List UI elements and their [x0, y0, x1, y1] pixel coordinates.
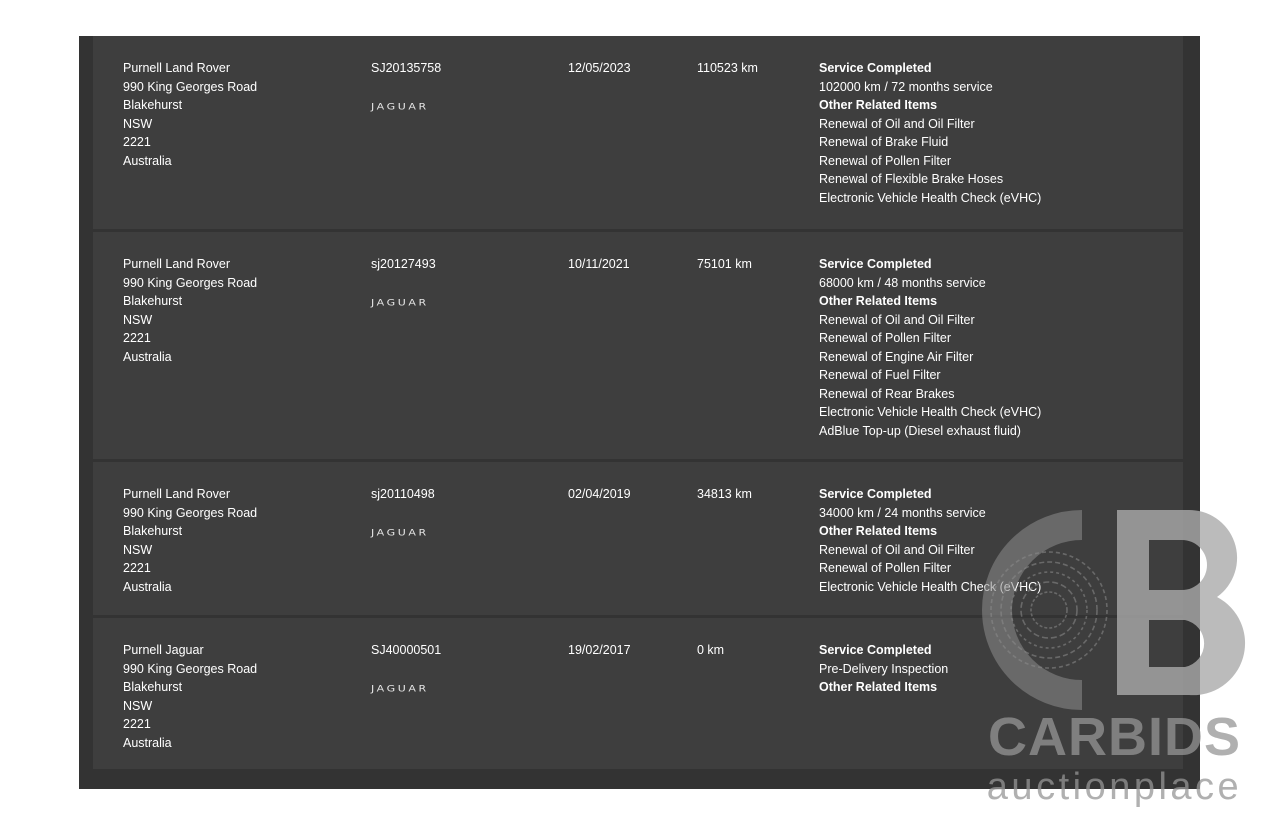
service-details: Service Completed 102000 km / 72 months s…: [819, 59, 1179, 207]
dealer-address-line: 990 King Georges Road: [123, 505, 258, 520]
dealer-address-line: Australia: [123, 349, 172, 364]
jaguar-logo-icon: JAGUAR: [371, 683, 429, 694]
service-status: Service Completed: [819, 257, 932, 271]
dealer-address: Purnell Land Rover 990 King Georges Road B…: [123, 59, 353, 170]
carbids-cb-logo-icon: [982, 509, 1246, 710]
carbids-watermark: CARBIDS auctionplace: [977, 505, 1252, 810]
dealer-address-line: NSW: [123, 312, 153, 327]
dealer-address-line: Australia: [123, 153, 172, 168]
dealer-address-line: 2221: [123, 135, 151, 149]
dealer-address-line: 990 King Georges Road: [123, 661, 258, 676]
dealer-address-line: NSW: [123, 698, 153, 713]
dealer-address-line: 990 King Georges Road: [123, 79, 258, 94]
service-date: 10/11/2021: [568, 257, 630, 271]
related-item: AdBlue Top-up (Diesel exhaust fluid): [819, 423, 1021, 438]
service-details: Service Completed 68000 km / 48 months se…: [819, 255, 1179, 440]
vin-cell: sj20127493 JAGUAR: [371, 255, 551, 312]
service-record-row: Purnell Land Rover 990 King Georges Road B…: [93, 232, 1183, 459]
related-item: Renewal of Engine Air Filter: [819, 349, 974, 364]
related-item: Renewal of Brake Fluid: [819, 135, 949, 149]
dealer-address-line: Australia: [123, 735, 172, 750]
related-item: Electronic Vehicle Health Check (eVHC): [819, 190, 1042, 205]
service-date: 19/02/2017: [568, 643, 631, 657]
dealer-address-line: Blakehurst: [123, 294, 183, 308]
watermark-brand: CARBIDS: [987, 707, 1241, 767]
service-date: 12/05/2023: [568, 61, 631, 75]
related-item: Renewal of Pollen Filter: [819, 153, 952, 168]
service-description: 68000 km / 48 months service: [819, 275, 986, 290]
jaguar-logo-icon: JAGUAR: [371, 527, 429, 538]
service-status: Service Completed: [819, 61, 932, 75]
vin-cell: sj20110498 JAGUAR: [371, 485, 551, 542]
vin-number: SJ40000501: [371, 643, 442, 657]
vin-number: SJ20135758: [371, 61, 442, 75]
dealer-address: Purnell Land Rover 990 King Georges Road B…: [123, 255, 353, 366]
related-item: Renewal of Fuel Filter: [819, 368, 941, 382]
related-items-heading: Other Related Items: [819, 98, 938, 112]
jaguar-logo-icon: JAGUAR: [371, 297, 429, 308]
related-item: Renewal of Rear Brakes: [819, 386, 955, 401]
dealer-address-line: Australia: [123, 579, 172, 594]
dealer-address-line: NSW: [123, 542, 153, 557]
related-items-heading: Other Related Items: [819, 294, 938, 308]
dealer-address-line: 990 King Georges Road: [123, 275, 258, 290]
odometer-reading: 0 km: [697, 643, 725, 657]
service-date: 02/04/2019: [568, 487, 631, 501]
related-item: Electronic Vehicle Health Check (eVHC): [819, 405, 1042, 419]
odometer-reading: 75101 km: [697, 257, 752, 271]
vin-number: sj20127493: [371, 257, 436, 271]
dealer-address-line: 2221: [123, 331, 151, 345]
dealer-address-line: 2221: [123, 561, 151, 575]
dealer-name: Purnell Land Rover: [123, 257, 231, 271]
vin-cell: SJ20135758 JAGUAR: [371, 59, 551, 116]
dealer-address-line: 2221: [123, 717, 151, 731]
dealer-address-line: NSW: [123, 116, 153, 131]
vin-number: sj20110498: [371, 487, 435, 501]
odometer-reading: 34813 km: [697, 487, 752, 501]
dealer-address: Purnell Jaguar 990 King Georges Road Blake…: [123, 641, 353, 752]
dealer-address-line: Blakehurst: [123, 680, 183, 694]
service-description: 102000 km / 72 months service: [819, 79, 993, 94]
related-item: Renewal of Oil and Oil Filter: [819, 116, 975, 131]
dealer-address-line: Blakehurst: [123, 524, 183, 538]
related-item: Renewal of Oil and Oil Filter: [819, 312, 975, 327]
vin-cell: SJ40000501 JAGUAR: [371, 641, 551, 698]
dealer-name: Purnell Jaguar: [123, 643, 204, 657]
odometer-reading: 110523 km: [697, 61, 758, 75]
dealer-address: Purnell Land Rover 990 King Georges Road B…: [123, 485, 353, 596]
dealer-name: Purnell Land Rover: [123, 487, 231, 501]
service-status: Service Completed: [819, 487, 932, 501]
jaguar-logo-icon: JAGUAR: [371, 101, 429, 112]
related-item: Renewal of Flexible Brake Hoses: [819, 172, 1004, 186]
dealer-name: Purnell Land Rover: [123, 61, 231, 75]
dealer-address-line: Blakehurst: [123, 98, 183, 112]
watermark-tagline: auctionplace: [986, 766, 1243, 808]
related-item: Renewal of Pollen Filter: [819, 331, 952, 345]
service-record-row: Purnell Land Rover 990 King Georges Road B…: [93, 36, 1183, 229]
